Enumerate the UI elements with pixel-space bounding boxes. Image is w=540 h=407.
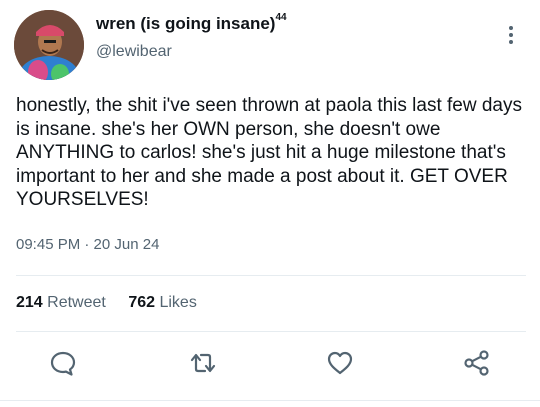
like-stat[interactable]: 762 Likes — [128, 294, 197, 311]
divider — [16, 331, 526, 332]
share-icon[interactable] — [462, 348, 492, 378]
like-count: 762 — [128, 294, 156, 311]
display-name[interactable]: wren (is going insane)44 — [96, 12, 287, 34]
reply-icon[interactable] — [48, 348, 78, 378]
more-options-icon[interactable] — [506, 26, 516, 48]
retweet-stat[interactable]: 214 Retweet — [16, 294, 106, 311]
tweet-timestamp[interactable]: 09:45 PM · 20 Jun 24 — [16, 236, 159, 253]
retweet-icon[interactable] — [188, 348, 218, 378]
display-name-text: wren (is going insane) — [96, 14, 276, 33]
avatar-image — [14, 10, 84, 80]
display-name-suffix: 44 — [275, 12, 287, 23]
tweet-card: wren (is going insane)44 @lewibear hones… — [0, 0, 540, 407]
bottom-divider — [0, 400, 540, 401]
user-handle[interactable]: @lewibear — [96, 43, 172, 61]
like-label: Likes — [159, 294, 197, 311]
tweet-stats: 214 Retweet 762 Likes — [16, 294, 215, 312]
divider — [16, 275, 526, 276]
heart-icon[interactable] — [325, 348, 355, 378]
action-bar — [0, 348, 540, 382]
retweet-count: 214 — [16, 294, 43, 311]
tweet-text: honestly, the shit i've seen thrown at p… — [16, 95, 522, 210]
retweet-label: Retweet — [47, 294, 106, 311]
avatar[interactable] — [14, 10, 84, 80]
